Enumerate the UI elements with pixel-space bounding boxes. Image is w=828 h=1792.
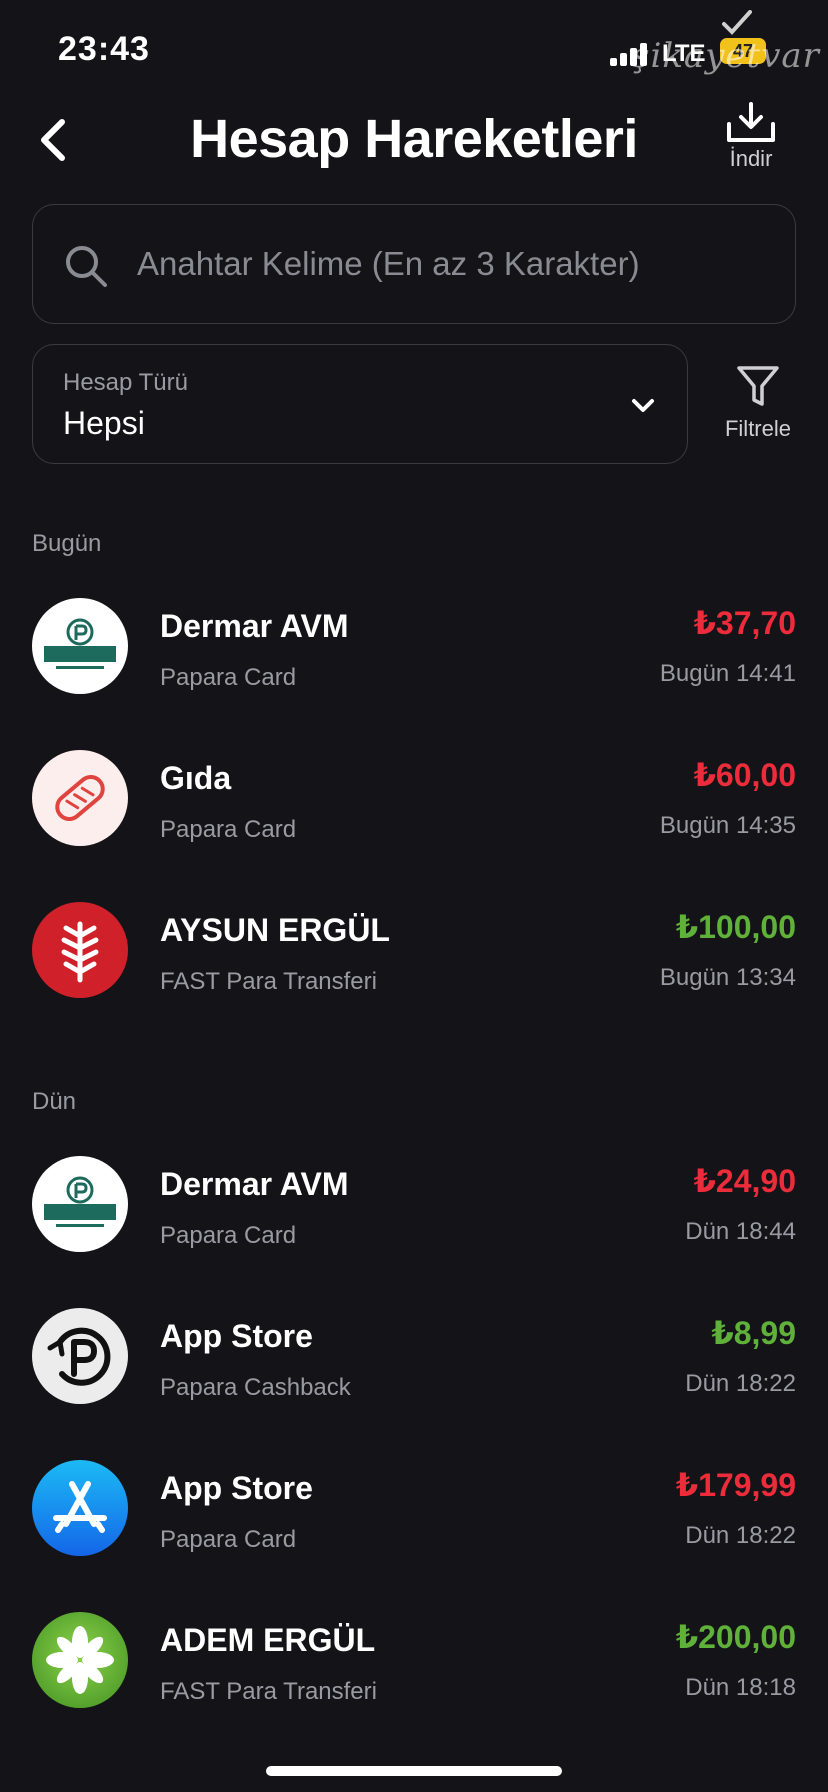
transaction-row[interactable]: ADEM ERGÜL FAST Para Transferi ₺200,00 D… — [0, 1612, 828, 1732]
transaction-type: Papara Card — [160, 1222, 297, 1249]
section-title-today: Bugün — [32, 530, 102, 557]
app-header: Hesap Hareketleri İndir — [0, 90, 828, 190]
app-store-icon — [32, 1460, 128, 1556]
transaction-type: FAST Para Transferi — [160, 968, 377, 995]
transaction-type: Papara Card — [160, 664, 297, 691]
bread-icon — [32, 750, 128, 846]
transaction-row[interactable]: Dermar AVM Papara Card ₺24,90 Dün 18:44 — [0, 1156, 828, 1276]
transaction-row[interactable]: App Store Papara Card ₺179,99 Dün 18:22 — [0, 1460, 828, 1580]
dermar-logo-icon — [32, 1156, 128, 1252]
download-icon — [727, 102, 775, 142]
transaction-amount: ₺60,00 — [693, 757, 796, 793]
download-button[interactable]: İndir — [716, 102, 786, 182]
chevron-down-icon — [632, 399, 654, 412]
transaction-name: App Store — [160, 1470, 313, 1506]
transaction-row[interactable]: AYSUN ERGÜL FAST Para Transferi ₺100,00 … — [0, 902, 828, 1022]
search-box[interactable] — [32, 204, 796, 324]
transaction-name: AYSUN ERGÜL — [160, 912, 390, 948]
transaction-type: Papara Card — [160, 1526, 297, 1553]
transaction-amount: ₺200,00 — [675, 1619, 796, 1655]
transaction-time: Dün 18:22 — [685, 1522, 796, 1549]
filter-label: Filtrele — [724, 416, 791, 441]
filter-button[interactable]: Filtrele — [708, 364, 808, 464]
transaction-name: Dermar AVM — [160, 608, 349, 644]
transaction-amount: ₺24,90 — [693, 1163, 796, 1199]
dermar-logo-icon — [32, 598, 128, 694]
account-type-label: Hesap Türü — [63, 369, 188, 396]
watermark-logo: şikayetvar — [632, 36, 820, 76]
transaction-type: Papara Card — [160, 816, 297, 843]
section-title-yesterday: Dün — [32, 1088, 77, 1115]
transaction-name: Dermar AVM — [160, 1166, 349, 1202]
home-indicator[interactable] — [266, 1766, 562, 1776]
transaction-time: Bugün 13:34 — [659, 964, 796, 991]
page-title: Hesap Hareketleri — [190, 109, 638, 169]
account-type-select[interactable]: Hesap Türü Hepsi — [32, 344, 688, 464]
transaction-type: FAST Para Transferi — [160, 1678, 377, 1705]
funnel-icon — [737, 366, 779, 406]
status-time: 23:43 — [58, 30, 150, 68]
transaction-time: Bugün 14:35 — [659, 812, 796, 839]
search-icon — [66, 246, 107, 287]
transaction-name: Gıda — [160, 760, 232, 796]
transaction-row[interactable]: Gıda Papara Card ₺60,00 Bugün 14:35 — [0, 750, 828, 870]
transaction-amount: ₺8,99 — [711, 1315, 796, 1351]
transaction-amount: ₺100,00 — [675, 909, 796, 945]
search-input[interactable] — [137, 227, 757, 301]
transaction-amount: ₺37,70 — [693, 605, 796, 641]
transaction-time: Dün 18:22 — [685, 1370, 796, 1397]
status-indicators: LTE 47 şikayetvar — [610, 10, 819, 76]
watermark-check-icon — [722, 10, 752, 35]
transaction-time: Dün 18:18 — [685, 1674, 796, 1701]
papara-cashback-icon — [32, 1308, 128, 1404]
wheat-bank-logo-icon — [32, 902, 128, 998]
transaction-type: Papara Cashback — [160, 1374, 351, 1401]
transaction-time: Bugün 14:41 — [659, 660, 796, 687]
transaction-row[interactable]: App Store Papara Cashback ₺8,99 Dün 18:2… — [0, 1308, 828, 1428]
account-type-value: Hepsi — [63, 405, 145, 441]
transaction-time: Dün 18:44 — [685, 1218, 796, 1245]
transactions-screen: 23:43 LTE 47 şikayetvar Hesap Hareketler… — [0, 0, 828, 1792]
transaction-name: App Store — [160, 1318, 313, 1354]
transaction-name: ADEM ERGÜL — [160, 1622, 376, 1658]
status-bar: 23:43 LTE 47 şikayetvar — [0, 0, 828, 90]
clover-bank-logo-icon — [32, 1612, 128, 1708]
transaction-amount: ₺179,99 — [675, 1467, 796, 1503]
transaction-row[interactable]: Dermar AVM Papara Card ₺37,70 Bugün 14:4… — [0, 598, 828, 718]
download-label: İndir — [729, 146, 773, 171]
